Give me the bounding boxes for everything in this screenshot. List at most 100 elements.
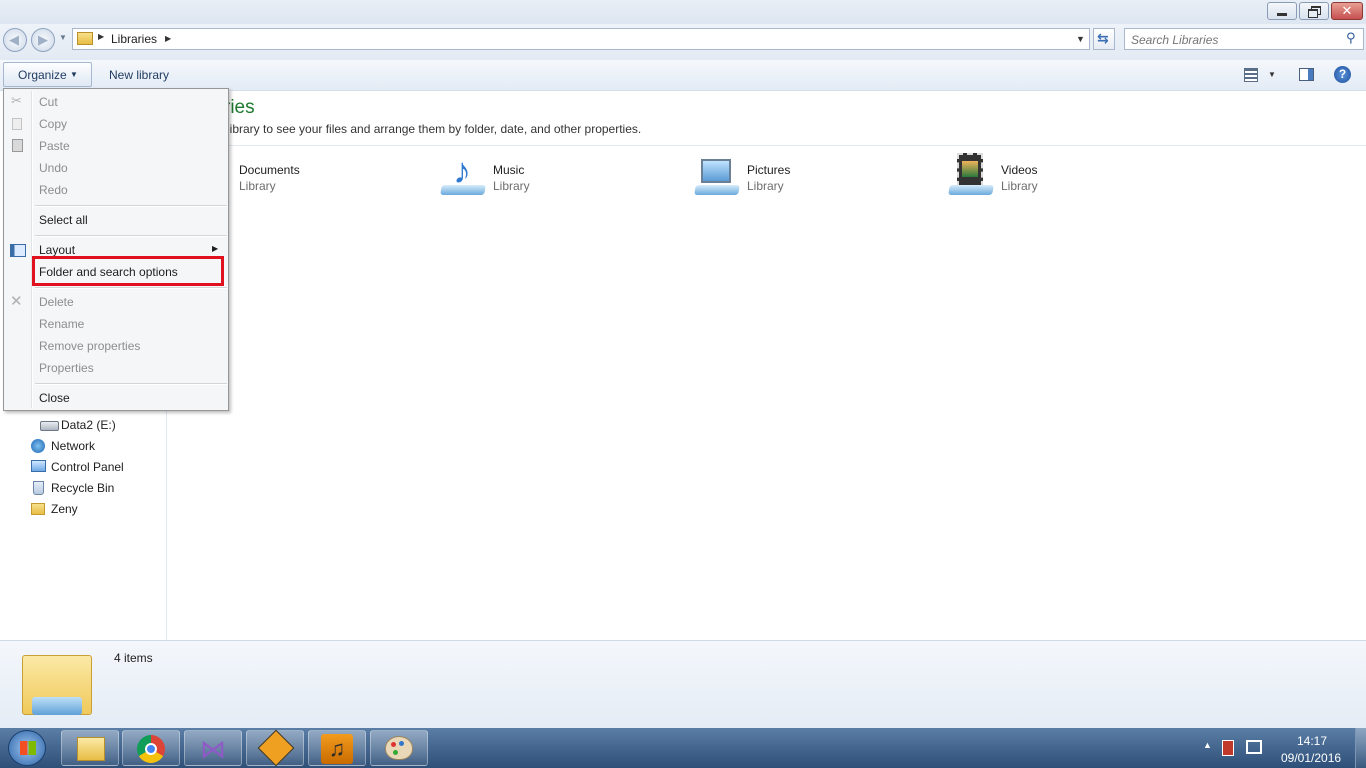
tray-icon-network[interactable] (1246, 740, 1262, 754)
forward-button[interactable]: ▶ (31, 28, 55, 52)
preview-pane-button[interactable] (1299, 68, 1314, 81)
music-icon: ♪ (439, 151, 487, 201)
tray-icon-usb[interactable] (1222, 740, 1234, 756)
close-window-button[interactable]: ✕ (1331, 2, 1363, 20)
highlight-annotation (32, 256, 224, 286)
menu-item-select-all[interactable]: Select all (39, 210, 88, 230)
winamp-icon (257, 729, 295, 767)
menu-item-properties[interactable]: Properties (39, 358, 94, 378)
title-bar: ✕ (0, 0, 1366, 24)
menu-item-close[interactable]: Close (39, 388, 70, 408)
content-area: ries library to see your files and arran… (167, 91, 1366, 640)
restore-button[interactable] (1299, 2, 1329, 20)
menu-item-redo[interactable]: Redo (39, 180, 68, 200)
forward-arrow-icon: ▶ (38, 32, 48, 47)
taskbar-paint[interactable] (370, 730, 428, 766)
content-divider (207, 145, 1366, 146)
copy-icon (12, 118, 22, 130)
nav-item-label: Control Panel (51, 460, 124, 474)
recycle-bin-icon (33, 481, 44, 495)
change-view-button[interactable]: ▼ (1243, 66, 1277, 84)
address-segment-libraries[interactable]: Libraries (111, 32, 157, 46)
taskbar-explorer[interactable] (61, 730, 119, 766)
nav-item-label: Recycle Bin (51, 481, 115, 495)
menu-item-delete[interactable]: Delete (39, 292, 74, 312)
library-name: Videos (1001, 163, 1038, 177)
menu-item-copy[interactable]: Copy (39, 114, 67, 134)
details-pane: 4 items (0, 640, 1366, 729)
taskbar-music-player[interactable]: ♫ (308, 730, 366, 766)
submenu-arrow-icon: ▶ (212, 244, 219, 253)
refresh-button[interactable]: ⇆ (1093, 28, 1115, 50)
library-type: Library (1001, 179, 1038, 193)
layout-icon (10, 244, 26, 257)
network-icon (31, 439, 45, 453)
show-desktop-button[interactable] (1355, 728, 1366, 768)
drive-icon (40, 421, 59, 431)
start-button[interactable] (8, 730, 46, 766)
menu-item-undo[interactable]: Undo (39, 158, 68, 178)
menu-item-rename[interactable]: Rename (39, 314, 84, 334)
address-row: ◀ ▶ ▼ ▶ Libraries ▶ ▼ ⇆ ⚲ (0, 24, 1366, 60)
menu-item-cut[interactable]: Cut (39, 92, 58, 112)
taskbar: ⋈ ♫ ▲ 14:17 09/01/2016 (0, 728, 1366, 768)
library-item-videos[interactable]: Videos Library (947, 151, 1147, 203)
library-name: Music (493, 163, 525, 177)
recent-pages-dropdown[interactable]: ▼ (59, 33, 67, 42)
view-icon (1244, 68, 1258, 82)
new-library-button[interactable]: New library (109, 68, 169, 82)
menu-separator (35, 287, 227, 289)
clock-time[interactable]: 14:17 (1297, 734, 1327, 748)
music-player-icon: ♫ (321, 734, 353, 764)
nav-item-label: Zeny (51, 502, 78, 516)
back-button[interactable]: ◀ (3, 28, 27, 52)
pictures-icon (693, 151, 741, 201)
explorer-icon (77, 737, 105, 761)
clock-date[interactable]: 09/01/2016 (1281, 751, 1341, 765)
libraries-folder-icon (77, 32, 93, 45)
refresh-icon: ⇆ (1097, 30, 1109, 46)
menu-gutter (31, 91, 33, 408)
library-name: Pictures (747, 163, 791, 177)
taskbar-winamp[interactable] (246, 729, 304, 767)
taskbar-chrome[interactable] (122, 730, 180, 766)
delete-icon: ✕ (10, 293, 23, 310)
organize-label: Organize (18, 68, 67, 82)
search-box[interactable]: ⚲ (1124, 28, 1364, 50)
chrome-icon (137, 735, 165, 763)
address-dropdown-icon[interactable]: ▼ (1076, 34, 1085, 44)
paint-icon (385, 736, 413, 760)
help-button[interactable]: ? (1334, 66, 1351, 83)
library-type: Library (239, 179, 276, 193)
library-item-documents[interactable]: Documents Library (207, 151, 407, 203)
library-type: Library (493, 179, 530, 193)
address-bar[interactable]: ▶ Libraries ▶ ▼ (72, 28, 1090, 50)
organize-button[interactable]: Organize ▼ (3, 62, 92, 87)
menu-separator (35, 205, 227, 207)
nav-item-label: Network (51, 439, 96, 453)
address-segment-chevron-icon[interactable]: ▶ (165, 34, 171, 43)
minimize-button[interactable] (1267, 2, 1297, 20)
menu-item-paste[interactable]: Paste (39, 136, 70, 156)
videos-icon (947, 151, 995, 201)
chevron-down-icon: ▼ (70, 70, 78, 79)
menu-item-remove-properties[interactable]: Remove properties (39, 336, 140, 356)
show-hidden-icons-button[interactable]: ▲ (1203, 740, 1212, 750)
paste-icon (12, 139, 23, 152)
search-input[interactable] (1129, 31, 1338, 49)
chevron-down-icon: ▼ (1268, 70, 1276, 79)
close-icon: ✕ (1341, 3, 1353, 18)
search-icon[interactable]: ⚲ (1346, 30, 1356, 46)
organize-menu: ✂ Cut Copy Paste Undo Redo Select all La… (3, 88, 229, 411)
library-item-pictures[interactable]: Pictures Library (693, 151, 893, 203)
nav-item-label: Data2 (E:) (61, 418, 116, 432)
folder-icon (31, 503, 45, 515)
libraries-large-icon (22, 651, 92, 719)
windows-logo-icon (20, 741, 36, 755)
taskbar-visual-studio[interactable]: ⋈ (184, 730, 242, 766)
library-item-music[interactable]: ♪ Music Library (439, 151, 639, 203)
scissors-icon: ✂ (11, 93, 22, 108)
help-icon: ? (1338, 67, 1347, 81)
visual-studio-icon: ⋈ (200, 734, 226, 764)
back-arrow-icon: ◀ (9, 32, 19, 47)
